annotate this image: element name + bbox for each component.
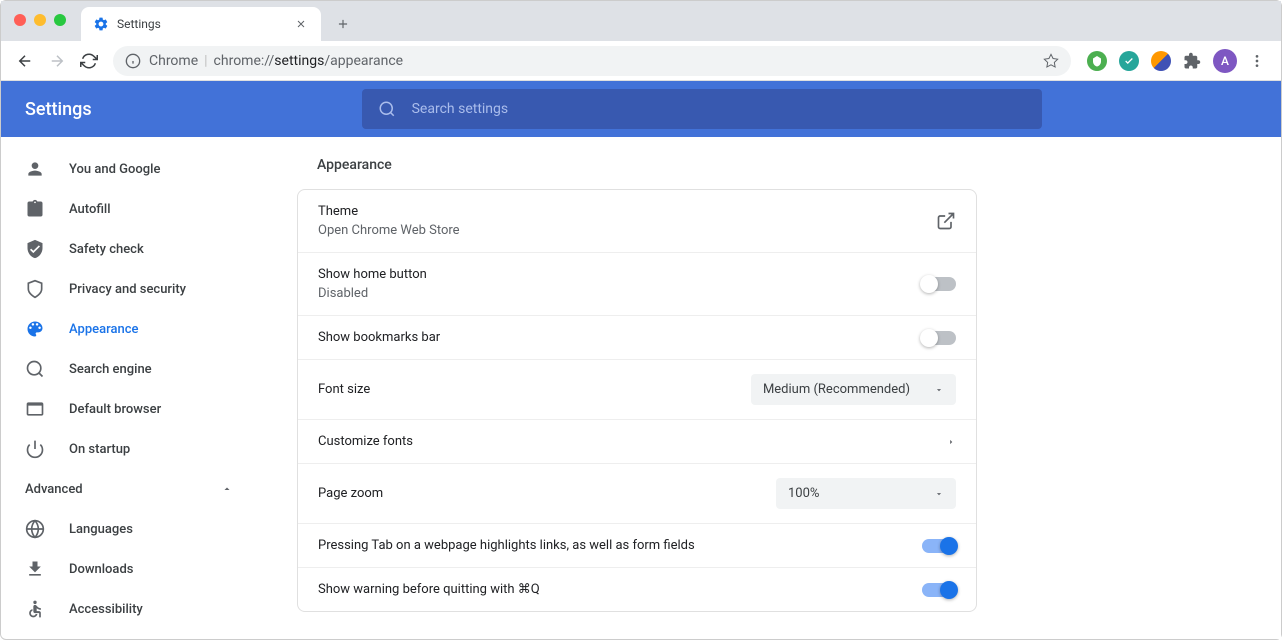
shield-check-icon <box>25 239 45 259</box>
row-quit-warning: Show warning before quitting with ⌘Q <box>298 568 976 611</box>
power-icon <box>25 439 45 459</box>
tab-title: Settings <box>117 17 293 31</box>
font-size-select[interactable]: Medium (Recommended) <box>751 374 956 405</box>
new-tab-button[interactable] <box>329 10 357 38</box>
row-page-zoom: Page zoom 100% <box>298 464 976 524</box>
home-button-toggle[interactable] <box>922 277 956 291</box>
bookmark-star-icon[interactable] <box>1043 53 1059 69</box>
back-button[interactable] <box>9 45 41 77</box>
sidebar-label: Safety check <box>69 242 144 257</box>
person-icon <box>25 159 45 179</box>
settings-title: Settings <box>25 99 92 120</box>
open-external-icon <box>936 211 956 231</box>
window-controls <box>14 14 66 26</box>
url-text: Chrome | chrome://settings/appearance <box>149 53 403 69</box>
tab-highlight-toggle[interactable] <box>922 539 956 553</box>
search-input[interactable] <box>412 101 1026 117</box>
sidebar-label: Accessibility <box>69 602 143 617</box>
row-sublabel: Disabled <box>318 286 427 301</box>
settings-card: Theme Open Chrome Web Store Show home bu… <box>297 189 977 612</box>
sidebar-label: Privacy and security <box>69 282 186 297</box>
sidebar-label: Default browser <box>69 402 161 417</box>
row-sublabel: Open Chrome Web Store <box>318 223 460 238</box>
sidebar-label: Search engine <box>69 362 152 377</box>
sidebar-label: Languages <box>69 522 133 537</box>
sidebar-label: On startup <box>69 442 130 457</box>
sidebar-label: Appearance <box>69 322 138 337</box>
sidebar-item-safety-check[interactable]: Safety check <box>1 229 257 269</box>
sidebar-item-search-engine[interactable]: Search engine <box>1 349 257 389</box>
sidebar-item-languages[interactable]: Languages <box>1 509 257 549</box>
quit-warning-toggle[interactable] <box>922 583 956 597</box>
browser-tab[interactable]: Settings <box>81 7 321 41</box>
row-bookmarks-bar: Show bookmarks bar <box>298 316 976 360</box>
row-home-button: Show home button Disabled <box>298 253 976 316</box>
info-icon <box>125 53 141 69</box>
row-label: Pressing Tab on a webpage highlights lin… <box>318 538 695 553</box>
reload-button[interactable] <box>73 45 105 77</box>
row-label: Show warning before quitting with ⌘Q <box>318 582 540 597</box>
extensions-menu-icon[interactable] <box>1183 52 1201 70</box>
sidebar-label: Downloads <box>69 562 133 577</box>
tab-strip: Settings <box>1 1 1281 41</box>
sidebar-item-on-startup[interactable]: On startup <box>1 429 257 469</box>
row-label: Customize fonts <box>318 434 413 449</box>
row-theme[interactable]: Theme Open Chrome Web Store <box>298 190 976 253</box>
browser-icon <box>25 399 45 419</box>
row-customize-fonts[interactable]: Customize fonts <box>298 420 976 464</box>
chevron-down-icon <box>934 385 944 395</box>
sidebar-item-accessibility[interactable]: Accessibility <box>1 589 257 629</box>
download-icon <box>25 559 45 579</box>
search-icon <box>25 359 45 379</box>
row-tab-highlight: Pressing Tab on a webpage highlights lin… <box>298 524 976 568</box>
accessibility-icon <box>25 599 45 619</box>
minimize-window-button[interactable] <box>34 14 46 26</box>
sidebar-item-appearance[interactable]: Appearance <box>1 309 257 349</box>
shield-icon <box>25 279 45 299</box>
chevron-up-icon <box>221 483 233 495</box>
row-font-size: Font size Medium (Recommended) <box>298 360 976 420</box>
close-tab-button[interactable] <box>293 16 309 32</box>
address-bar[interactable]: Chrome | chrome://settings/appearance <box>113 46 1071 76</box>
profile-avatar[interactable]: A <box>1213 49 1237 73</box>
clipboard-icon <box>25 199 45 219</box>
globe-icon <box>25 519 45 539</box>
search-settings-box[interactable] <box>362 89 1042 129</box>
row-label: Theme <box>318 204 460 219</box>
extension-icons: A <box>1079 49 1273 73</box>
content-area: You and Google Autofill Safety check Pri… <box>1 137 1281 639</box>
forward-button[interactable] <box>41 45 73 77</box>
page-title: Appearance <box>317 157 1241 173</box>
browser-toolbar: Chrome | chrome://settings/appearance A <box>1 41 1281 81</box>
extension-icon-3[interactable] <box>1151 51 1171 71</box>
page-zoom-select[interactable]: 100% <box>776 478 956 509</box>
search-icon <box>378 100 396 118</box>
sidebar-item-privacy[interactable]: Privacy and security <box>1 269 257 309</box>
main-content: Appearance Theme Open Chrome Web Store S… <box>257 137 1281 639</box>
settings-header: Settings <box>1 81 1281 137</box>
maximize-window-button[interactable] <box>54 14 66 26</box>
sidebar-label: You and Google <box>69 162 160 177</box>
sidebar-item-autofill[interactable]: Autofill <box>1 189 257 229</box>
sidebar-item-downloads[interactable]: Downloads <box>1 549 257 589</box>
row-label: Font size <box>318 382 370 397</box>
chevron-down-icon <box>934 489 944 499</box>
close-window-button[interactable] <box>14 14 26 26</box>
row-label: Page zoom <box>318 486 383 501</box>
gear-icon <box>93 16 109 32</box>
bookmarks-bar-toggle[interactable] <box>922 331 956 345</box>
palette-icon <box>25 319 45 339</box>
sidebar: You and Google Autofill Safety check Pri… <box>1 137 257 639</box>
extension-icon-1[interactable] <box>1087 51 1107 71</box>
row-label: Show bookmarks bar <box>318 330 440 345</box>
sidebar-advanced-toggle[interactable]: Advanced <box>1 469 257 509</box>
sidebar-item-default-browser[interactable]: Default browser <box>1 389 257 429</box>
sidebar-item-you-and-google[interactable]: You and Google <box>1 149 257 189</box>
chevron-right-icon <box>946 437 956 447</box>
chrome-menu-button[interactable] <box>1249 53 1265 69</box>
sidebar-label: Autofill <box>69 202 111 217</box>
row-label: Show home button <box>318 267 427 282</box>
extension-icon-2[interactable] <box>1119 51 1139 71</box>
